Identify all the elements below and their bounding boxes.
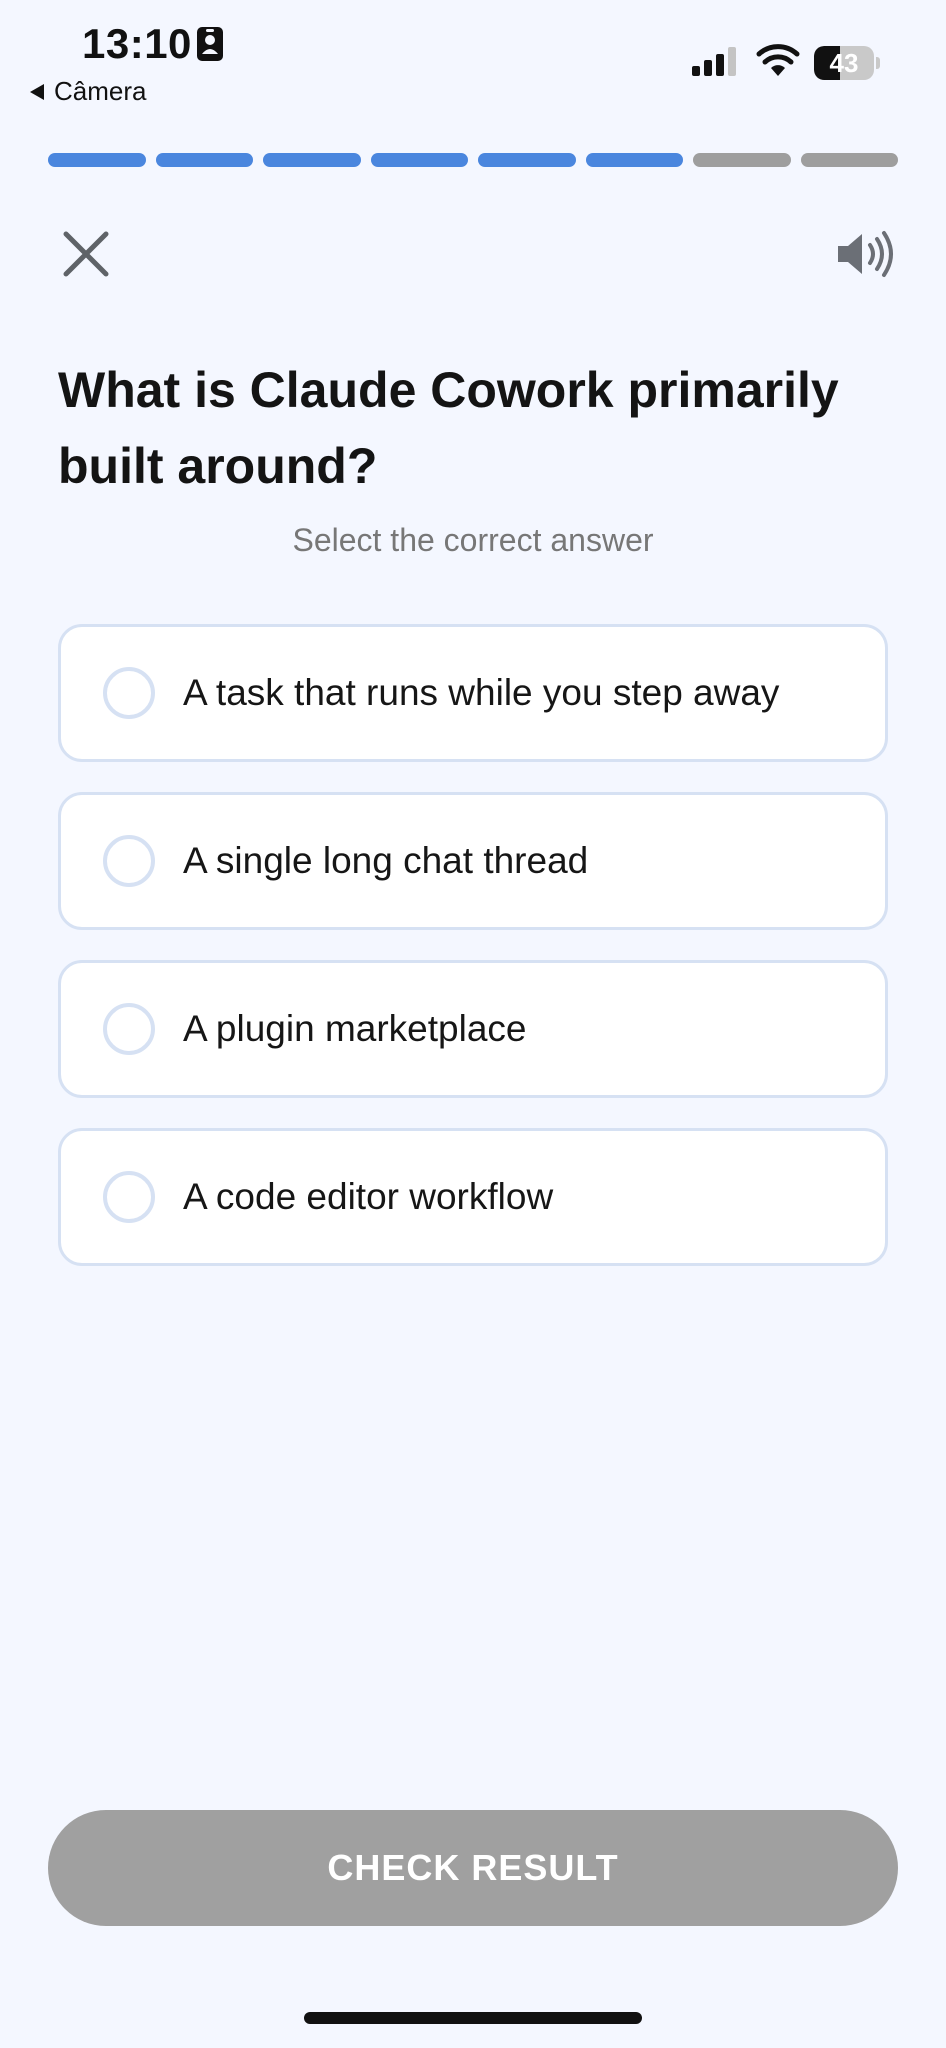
radio-button[interactable] [103,667,155,719]
battery-body: 43 [814,46,874,80]
answer-label: A task that runs while you step away [183,672,780,713]
back-arrow-icon [30,83,44,100]
battery-cap [876,57,880,69]
progress-segment-pending [693,153,791,167]
radio-button[interactable] [103,1171,155,1223]
speaker-icon[interactable] [832,228,896,280]
wifi-icon [756,44,800,76]
progress-segment-complete [48,153,146,167]
check-result-button[interactable]: CHECK RESULT [48,1810,898,1926]
progress-segment-complete [585,153,683,167]
back-app-label: Câmera [54,76,147,106]
close-icon[interactable] [60,228,112,280]
status-time: 13:10 [82,20,192,67]
progress-segment-pending [800,153,898,167]
answer-option[interactable]: A single long chat thread [58,792,888,930]
answer-label: A plugin marketplace [183,1008,527,1049]
question-instruction: Select the correct answer [292,522,654,558]
answer-label: A code editor workflow [183,1176,554,1217]
answer-option[interactable]: A code editor workflow [58,1128,888,1266]
home-indicator[interactable] [304,2012,642,2024]
progress-segment-complete [155,153,253,167]
progress-segment-complete [370,153,468,167]
battery-indicator: 43 [814,46,880,80]
back-to-app-link[interactable]: Câmera [30,76,146,107]
id-card-icon [197,27,223,61]
progress-segment-complete [263,153,361,167]
answer-label: A single long chat thread [183,840,589,881]
answer-option[interactable]: A plugin marketplace [58,960,888,1098]
answer-options: A task that runs while you step away A s… [58,624,888,1296]
battery-level: 43 [829,48,859,78]
cellular-signal-icon [692,47,736,76]
lesson-progress-bar [48,153,898,167]
radio-button[interactable] [103,1003,155,1055]
status-bar: 13:10 Câmera 43 [0,0,946,120]
radio-button[interactable] [103,835,155,887]
answer-option[interactable]: A task that runs while you step away [58,624,888,762]
question-title: What is Claude Cowork primarily built ar… [58,362,839,494]
progress-segment-complete [478,153,576,167]
